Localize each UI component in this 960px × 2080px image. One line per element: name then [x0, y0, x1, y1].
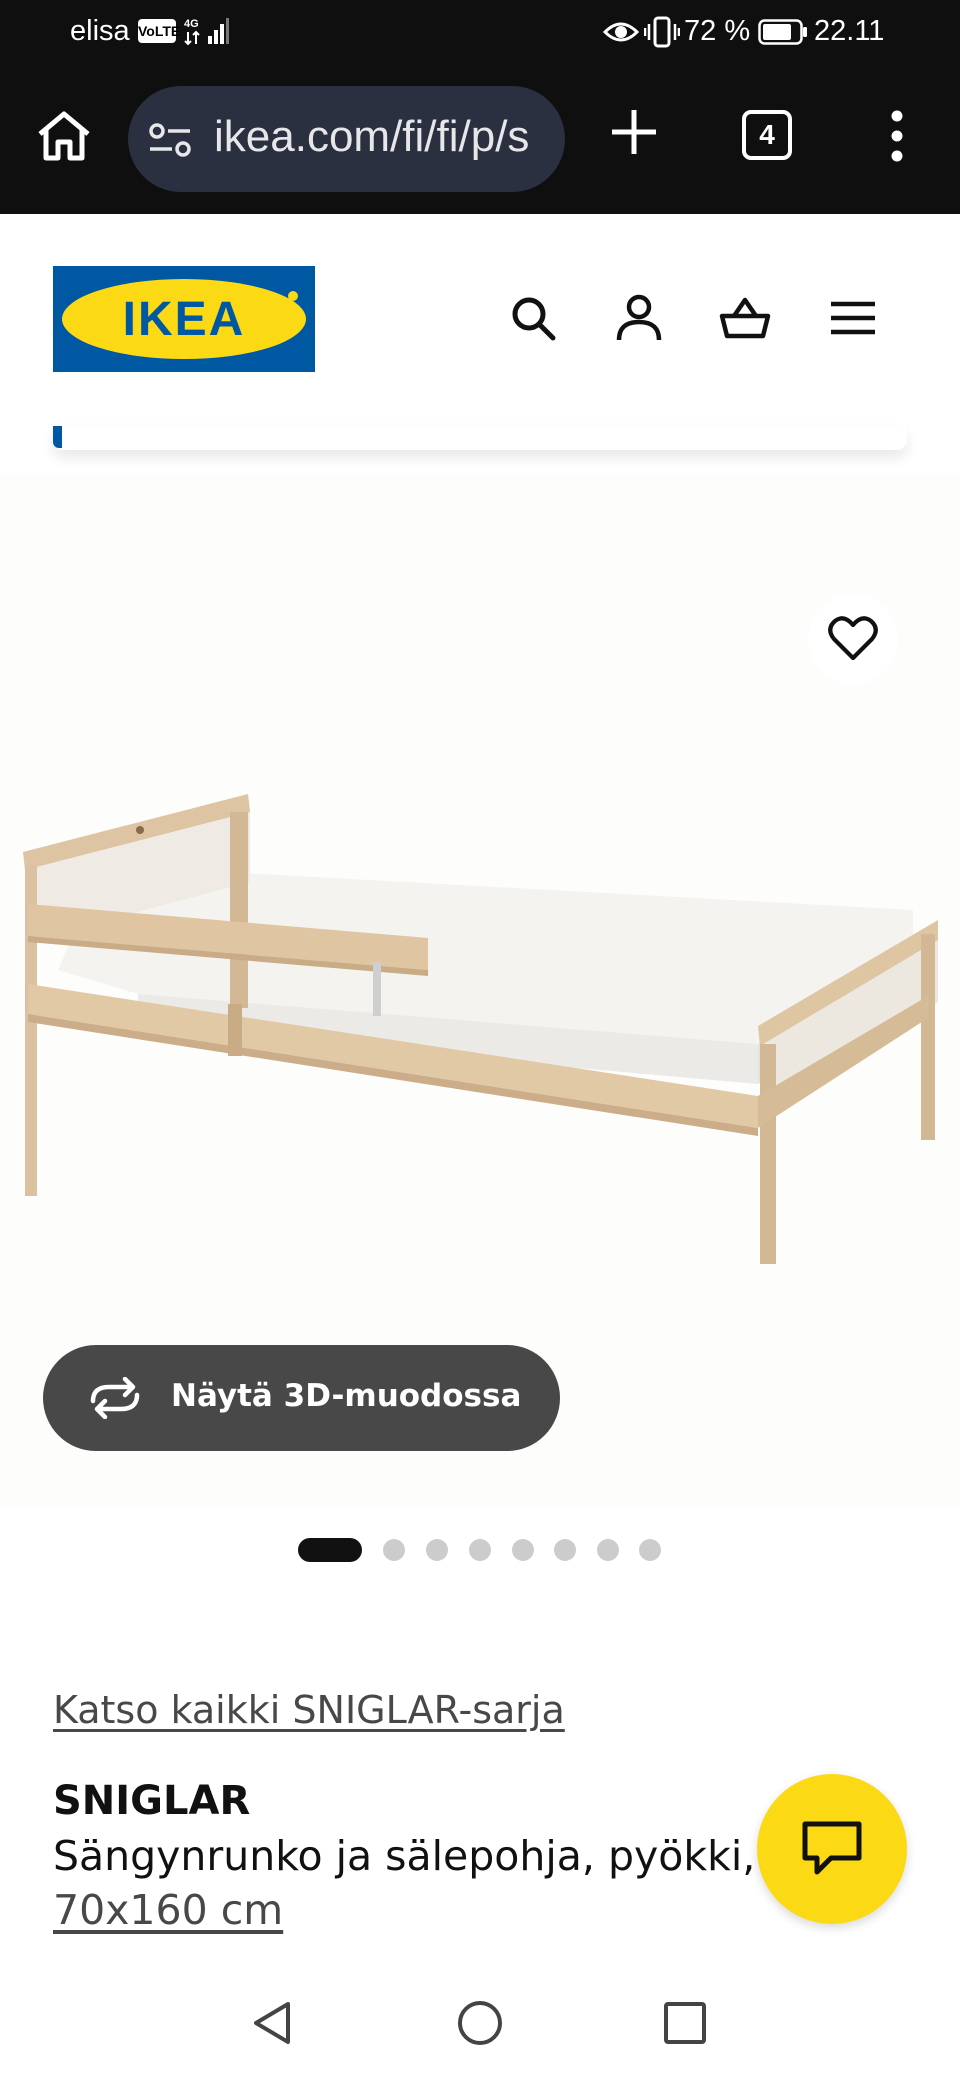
new-tab-icon[interactable]: [608, 106, 660, 158]
ikea-logo[interactable]: IKEA: [53, 266, 315, 372]
clock: 22.11: [814, 15, 885, 47]
product-name: SNIGLAR: [53, 1778, 251, 1824]
browser-toolbar: ikea.com/fi/fi/p/s 4: [0, 66, 960, 214]
system-navigation-bar: [0, 1960, 960, 2080]
carousel-dot-3[interactable]: [426, 1539, 448, 1561]
sticky-notification-card: [53, 426, 907, 450]
carousel-dot-4[interactable]: [469, 1539, 491, 1561]
account-icon[interactable]: [613, 292, 665, 344]
sticky-card-accent: [53, 426, 62, 448]
basket-icon[interactable]: [719, 292, 771, 344]
tab-switcher-button[interactable]: 4: [742, 110, 792, 160]
series-link[interactable]: Katso kaikki SNIGLAR-sarja: [53, 1688, 565, 1732]
search-icon[interactable]: [507, 292, 559, 344]
chat-icon: [802, 1821, 862, 1875]
vibrate-icon: [644, 16, 680, 48]
home-icon[interactable]: [34, 106, 94, 166]
view-in-3d-label: Näytä 3D-muodossa: [171, 1378, 522, 1414]
menu-icon[interactable]: [827, 292, 879, 344]
product-image-bed: [23, 794, 938, 1264]
address-bar[interactable]: ikea.com/fi/fi/p/s: [128, 86, 565, 192]
site-header: IKEA: [0, 214, 960, 426]
svg-text:IKEA: IKEA: [123, 293, 246, 346]
carousel-dot-8[interactable]: [639, 1539, 661, 1561]
product-description: Sängynrunko ja sälepohja, pyökki,: [53, 1832, 756, 1880]
rotate-3d-icon: [90, 1377, 140, 1419]
product-size-link[interactable]: 70x160 cm: [53, 1886, 283, 1934]
signal-icon: 4G: [184, 18, 229, 46]
view-in-3d-button[interactable]: Näytä 3D-muodossa: [43, 1345, 560, 1451]
carousel-dot-2[interactable]: [383, 1539, 405, 1561]
home-nav-icon[interactable]: [455, 1998, 505, 2048]
favourite-button[interactable]: [808, 594, 898, 684]
carousel-dot-7[interactable]: [597, 1539, 619, 1561]
carrier-label: elisa: [70, 15, 130, 47]
overflow-menu-icon[interactable]: [882, 106, 912, 166]
carousel-dot-1[interactable]: [298, 1538, 362, 1562]
product-image-gallery[interactable]: Näytä 3D-muodossa: [0, 474, 960, 1508]
recents-icon[interactable]: [660, 1998, 710, 2048]
chat-button[interactable]: [757, 1774, 907, 1924]
battery-percent: 72 %: [684, 15, 751, 47]
url-text: ikea.com/fi/fi/p/s: [214, 112, 530, 161]
svg-text:4G: 4G: [184, 18, 199, 30]
site-settings-icon[interactable]: [148, 122, 192, 158]
eye-comfort-icon: [603, 22, 639, 42]
image-carousel-indicator: [0, 1536, 960, 1562]
carousel-dot-5[interactable]: [512, 1539, 534, 1561]
back-icon[interactable]: [248, 1998, 298, 2048]
status-bar: elisa VoLTE 4G 72 % 22.11: [0, 0, 960, 66]
carousel-dot-6[interactable]: [554, 1539, 576, 1561]
heart-icon: [828, 616, 878, 661]
battery-icon: [758, 19, 807, 45]
volte-badge: VoLTE: [138, 19, 180, 43]
